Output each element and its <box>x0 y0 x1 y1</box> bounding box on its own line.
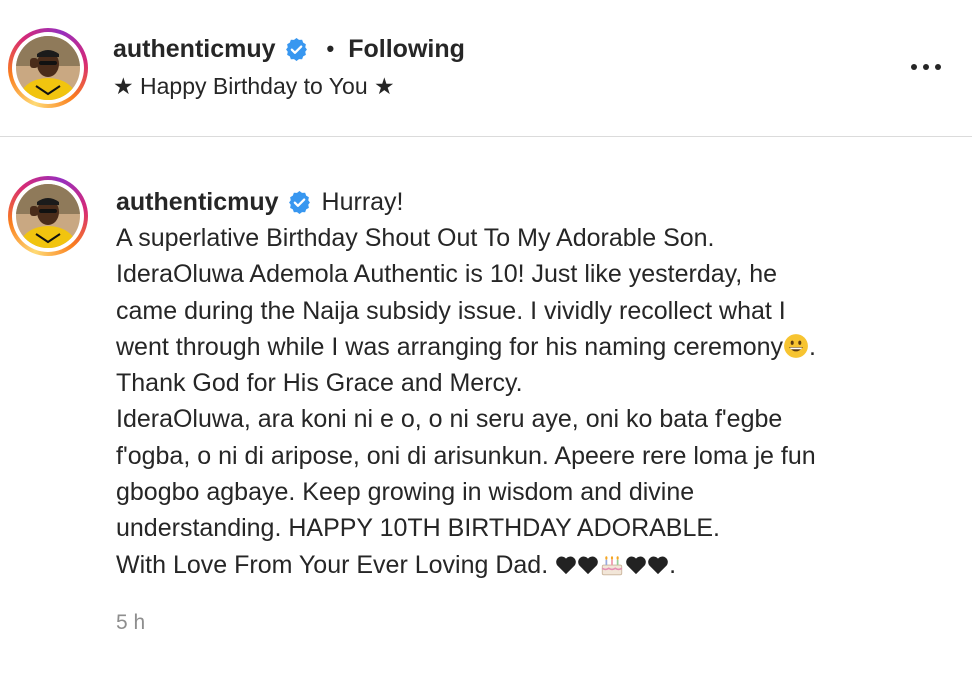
post-header: authenticmuy • Following ★ Happy Birthda… <box>0 0 972 137</box>
post-username[interactable]: authenticmuy <box>113 35 276 64</box>
heart-icon <box>648 556 668 574</box>
post-subtitle: ★ Happy Birthday to You ★ <box>113 73 395 99</box>
separator-dot: • <box>326 36 335 61</box>
comment-username[interactable]: authenticmuy <box>116 184 279 220</box>
comment-line: A superlative Birthday Shout Out To My A… <box>116 224 715 252</box>
heart-icon <box>626 556 646 574</box>
grinning-face-icon <box>784 333 808 358</box>
verified-badge-icon <box>288 190 310 214</box>
comment-line: came during the Naija subsidy issue. I v… <box>116 296 786 325</box>
avatar-photo <box>16 184 80 248</box>
profile-avatar[interactable] <box>8 28 88 108</box>
heart-icon <box>556 556 576 574</box>
more-options-icon[interactable] <box>906 52 946 82</box>
comment-avatar[interactable] <box>8 176 88 256</box>
comment-line: IderaOluwa, ara koni ni e o, o ni seru a… <box>116 405 783 434</box>
comment-line-text: With Love From Your Ever Loving Dad. <box>116 550 549 579</box>
comment-line: IderaOluwa Ademola Authentic is 10! Just… <box>116 260 778 289</box>
comment-line-suffix: . <box>809 332 816 361</box>
comment-text: authenticmuy Hurray! A superlative Birth… <box>116 184 936 583</box>
following-button[interactable]: Following <box>348 35 465 64</box>
birthday-cake-icon <box>601 555 623 575</box>
comment-line: understanding. HAPPY 10TH BIRTHDAY ADORA… <box>116 514 720 543</box>
comment-line: f'ogba, o ni di aripose, oni di arisunku… <box>116 441 816 470</box>
comment-line: gbogbo agbaye. Keep growing in wisdom an… <box>116 478 695 507</box>
heart-icon <box>578 556 598 574</box>
comment-line: Thank God for His Grace and Mercy. <box>116 369 523 398</box>
verified-badge-icon <box>285 37 307 61</box>
post-timestamp[interactable]: 5 h <box>116 611 145 635</box>
comment-line-with-emoji: With Love From Your Ever Loving Dad. . <box>116 547 936 583</box>
comment-line-with-emoji: went through while I was arranging for h… <box>116 329 936 365</box>
comment-line-text: went through while I was arranging for h… <box>116 332 784 361</box>
avatar-photo <box>16 36 80 100</box>
comment-line-suffix: . <box>669 550 677 579</box>
comment-first-text: Hurray! <box>321 187 404 216</box>
comment-head-row: authenticmuy Hurray! <box>116 184 936 220</box>
header-title-row: authenticmuy • Following <box>113 32 465 66</box>
